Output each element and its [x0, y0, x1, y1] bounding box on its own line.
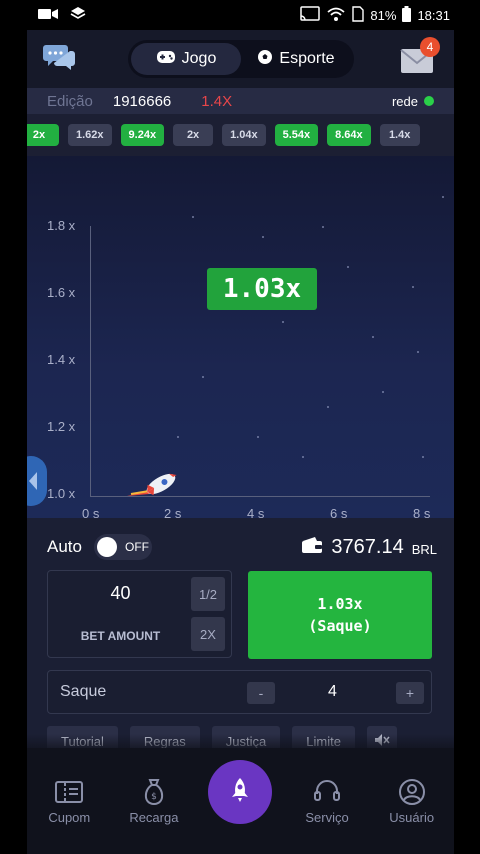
history-chip[interactable]: 8.64x: [327, 124, 371, 146]
tab-esporte-label: Esporte: [279, 50, 335, 67]
wifi-icon: [326, 6, 346, 25]
game-app: Jogo Esporte 4 Edição 1916666 1.4X rede: [27, 30, 454, 854]
history-chip[interactable]: 5.54x: [274, 124, 319, 146]
x-tick-label: 6 s: [330, 506, 348, 518]
chevron-left-icon: [27, 472, 47, 510]
history-chip[interactable]: 1.4x: [379, 124, 420, 146]
nav-servico[interactable]: Serviço: [297, 778, 357, 825]
toggle-knob: [96, 537, 117, 557]
y-tick-label: 1.2 x: [47, 419, 76, 434]
last-multiplier: 1.4X: [201, 92, 233, 110]
camera-icon: [38, 7, 58, 24]
tab-jogo-label: Jogo: [181, 50, 217, 67]
top-header: Jogo Esporte 4: [27, 30, 454, 88]
history-chip[interactable]: 2x: [27, 124, 59, 146]
mail-count-badge: 4: [420, 37, 440, 57]
edition-number: 1916666: [112, 92, 172, 110]
auto-toggle[interactable]: OFF: [93, 534, 152, 560]
edition-bar: Edição 1916666 1.4X rede: [27, 88, 454, 114]
y-axis: [90, 226, 91, 496]
clock: 18:31: [417, 7, 450, 23]
saque-label: Saque: [60, 683, 107, 700]
saque-decrease-button[interactable]: -: [247, 682, 275, 704]
side-drawer-handle[interactable]: [27, 456, 47, 506]
history-chip[interactable]: 2x: [173, 124, 214, 146]
auto-label: Auto: [47, 537, 82, 556]
bet-amount-box: 40 BET AMOUNT 1/2 2X: [47, 570, 232, 658]
chat-bubbles-icon: [43, 42, 75, 77]
user-icon: [398, 778, 426, 806]
play-fab-button[interactable]: [208, 760, 272, 824]
flight-graph: 1.8 x 1.6 x 1.4 x 1.2 x 1.0 x 0 s 2 s 4 …: [27, 156, 454, 518]
system-status-bar: 81% 18:31: [0, 0, 480, 30]
bottom-nav: Cupom $ Recarga Serviço Usuário: [27, 748, 454, 854]
cashout-multiplier: 1.03x: [317, 595, 363, 613]
nav-servico-label: Serviço: [305, 810, 349, 825]
nav-cupom[interactable]: Cupom: [39, 778, 99, 825]
network-status-dot: [424, 96, 434, 106]
x-tick-label: 0 s: [82, 506, 100, 518]
y-tick-label: 1.8 x: [47, 218, 76, 233]
multiplier-history: 2x 1.62x 9.24x 2x 1.04x 5.54x 8.64x 1.4x: [27, 114, 454, 156]
bet-controls: Auto OFF 3767.14 BRL 40 BET AMOUNT 1/2 2…: [27, 518, 454, 768]
tab-jogo[interactable]: Jogo: [131, 43, 241, 75]
nav-recarga[interactable]: $ Recarga: [124, 778, 184, 825]
bet-amount-label: BET AMOUNT: [80, 629, 161, 643]
chat-button[interactable]: [41, 41, 77, 77]
nav-cupom-label: Cupom: [48, 810, 91, 825]
x-tick-label: 8 s: [413, 506, 431, 518]
tab-esporte[interactable]: Esporte: [241, 43, 351, 75]
money-bag-icon: $: [140, 778, 168, 806]
auto-row: Auto OFF 3767.14 BRL: [47, 532, 437, 562]
mail-button[interactable]: 4: [400, 37, 440, 74]
balance-currency: BRL: [411, 541, 437, 557]
cashout-label: (Saque): [308, 617, 372, 635]
battery-icon: [402, 5, 412, 25]
history-chip[interactable]: 1.62x: [68, 124, 112, 146]
y-tick-label: 1.0 x: [47, 486, 76, 501]
cast-icon: [300, 5, 321, 25]
edition-label: Edição: [47, 92, 93, 110]
bet-amount-input[interactable]: 40: [48, 583, 193, 604]
y-tick-label: 1.6 x: [47, 285, 76, 300]
soccer-ball-icon: [257, 49, 273, 70]
rocket-icon: [127, 464, 179, 509]
headset-icon: [313, 778, 341, 806]
layers-icon: [70, 6, 86, 25]
half-bet-button[interactable]: 1/2: [191, 577, 225, 611]
x-tick-label: 4 s: [247, 506, 265, 518]
nav-recarga-label: Recarga: [129, 810, 179, 825]
battery-percent: 81%: [370, 7, 397, 23]
svg-text:$: $: [151, 792, 157, 802]
saque-value[interactable]: 4: [328, 683, 337, 701]
gamepad-icon: [156, 49, 176, 70]
auto-cashout-row: Saque - 4 +: [47, 670, 432, 714]
nav-usuario-label: Usuário: [389, 810, 435, 825]
network-status: rede: [392, 94, 434, 109]
wallet-icon: [301, 536, 323, 559]
balance: 3767.14 BRL: [301, 536, 437, 559]
history-chip[interactable]: 9.24x: [120, 124, 165, 146]
rocket-launch-icon: [225, 775, 255, 810]
cashout-button[interactable]: 1.03x (Saque): [248, 571, 432, 659]
balance-amount: 3767.14: [331, 535, 404, 558]
mode-switch: Jogo Esporte: [128, 40, 354, 78]
history-chip[interactable]: 1.04x: [222, 124, 266, 146]
sim-icon: [352, 5, 365, 25]
current-multiplier: 1.03x: [207, 268, 317, 310]
nav-usuario[interactable]: Usuário: [382, 778, 442, 825]
double-bet-button[interactable]: 2X: [191, 617, 225, 651]
auto-toggle-state: OFF: [124, 540, 149, 554]
y-tick-label: 1.4 x: [47, 352, 76, 367]
network-label: rede: [391, 93, 418, 109]
ticket-icon: [55, 778, 84, 806]
saque-increase-button[interactable]: +: [396, 682, 424, 704]
